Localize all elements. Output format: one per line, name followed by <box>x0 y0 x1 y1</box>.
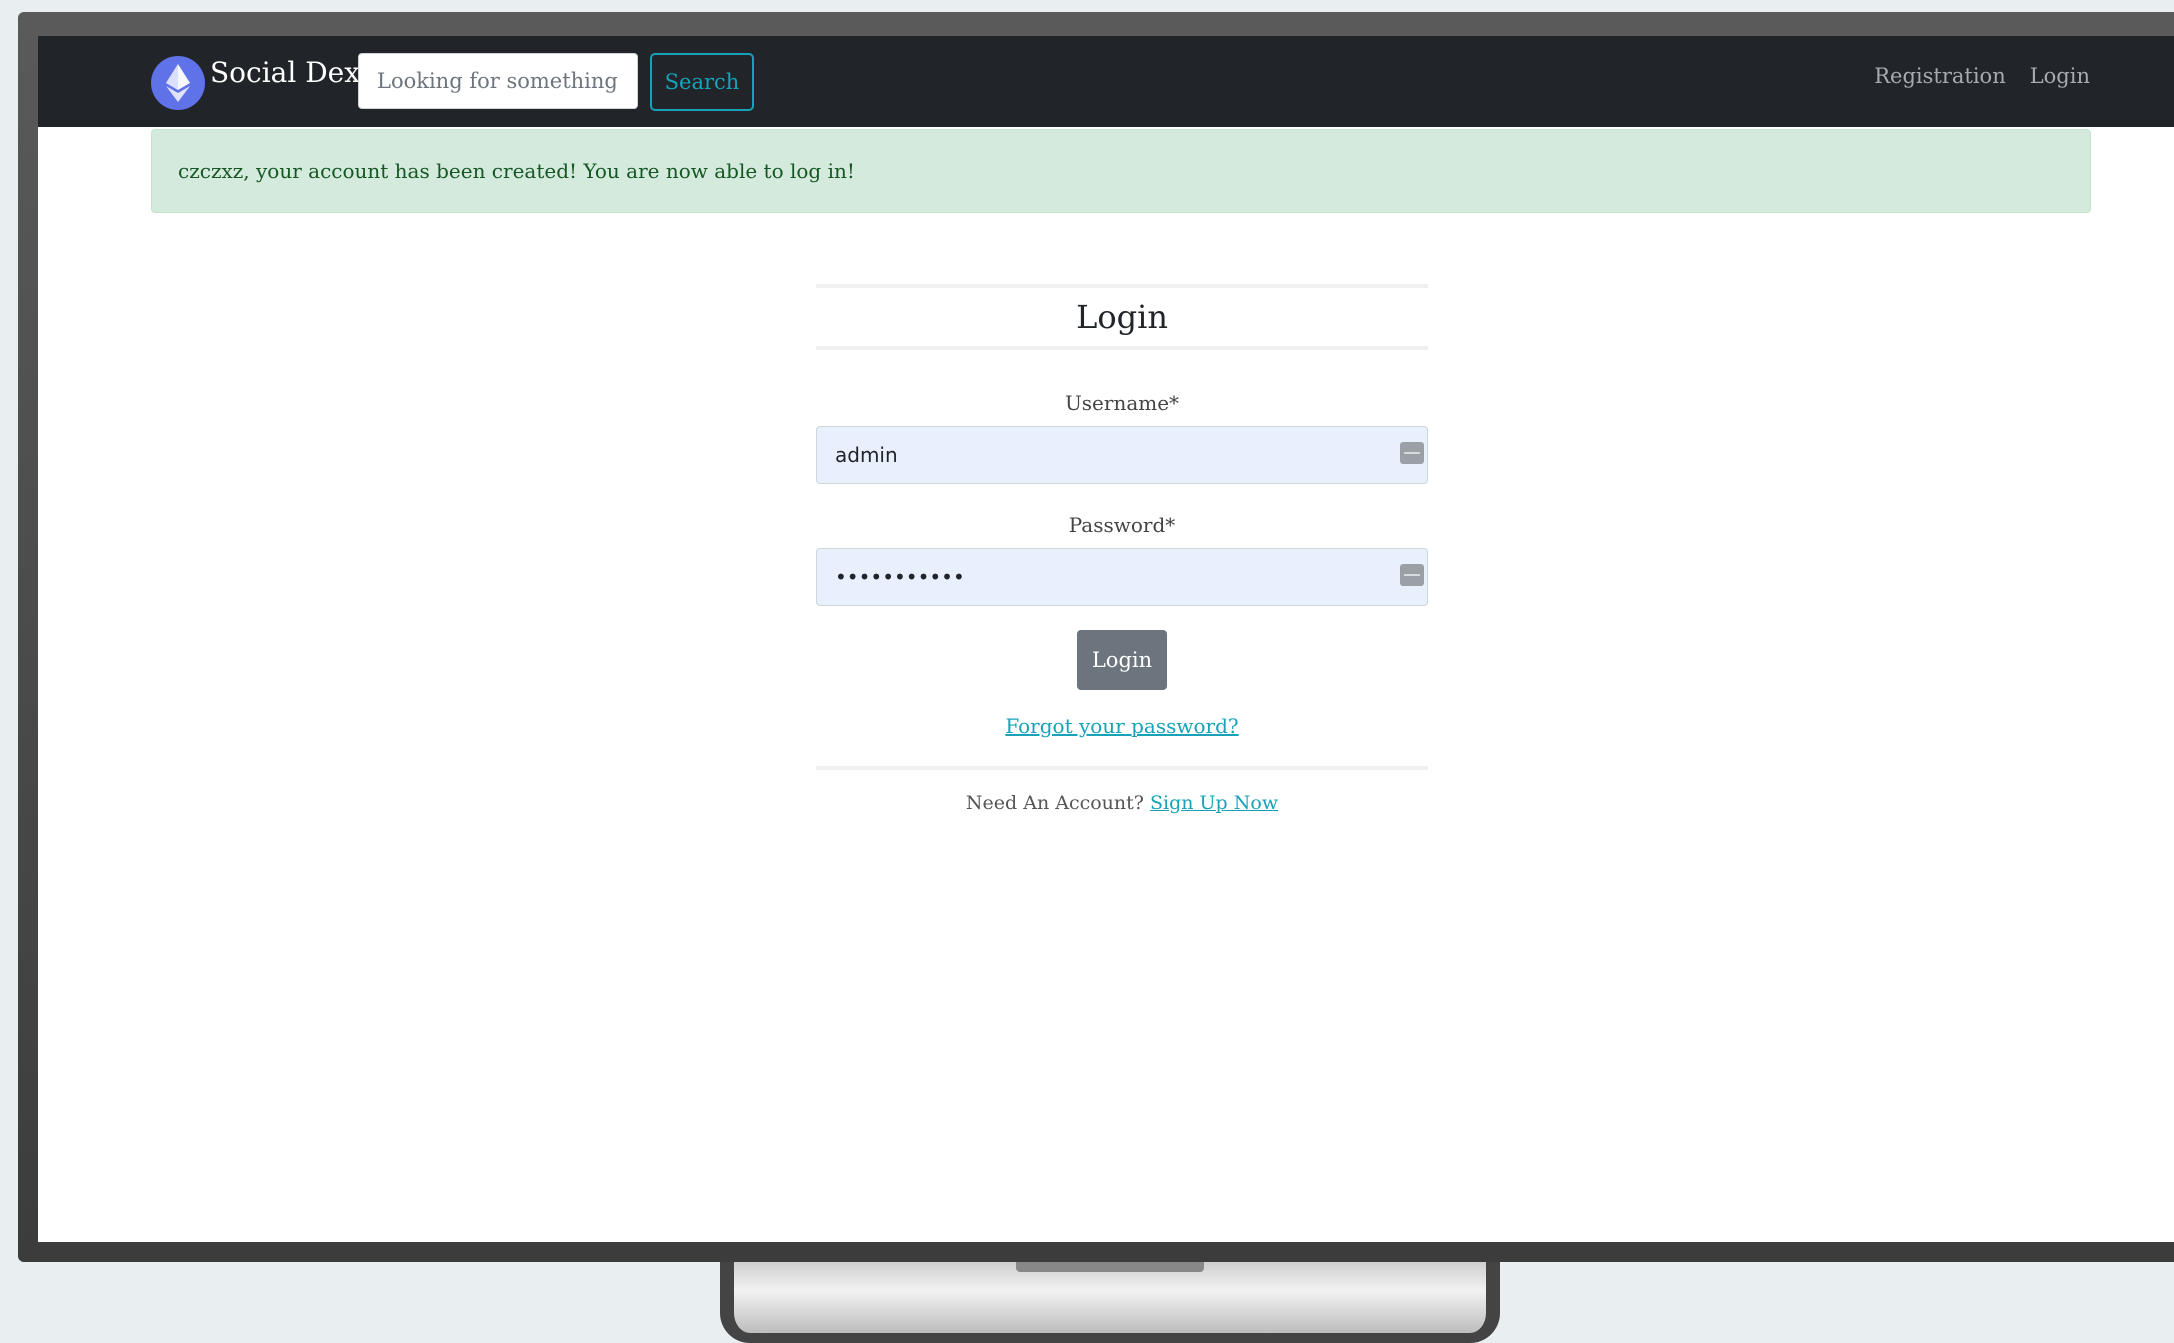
autofill-key-icon[interactable] <box>1400 442 1424 464</box>
nav-links: Registration Login <box>1874 64 2090 88</box>
nav-link-login[interactable]: Login <box>2030 64 2090 88</box>
divider <box>816 346 1428 350</box>
brand-name[interactable]: Social Dex <box>210 56 360 90</box>
forgot-password-link[interactable]: Forgot your password? <box>1005 714 1238 738</box>
login-form: Login Username* Password* Login Forgot y… <box>816 284 1428 818</box>
password-field-wrapper <box>816 548 1428 606</box>
success-alert: czczxz, your account has been created! Y… <box>151 129 2091 213</box>
username-label: Username* <box>1064 391 1180 415</box>
nav-link-registration[interactable]: Registration <box>1874 64 2006 88</box>
search-button[interactable]: Search <box>650 53 754 111</box>
divider <box>816 766 1428 770</box>
autofill-key-icon[interactable] <box>1400 564 1424 586</box>
divider <box>816 284 1428 288</box>
ethereum-logo-icon[interactable] <box>151 56 205 110</box>
monitor-stand <box>720 1262 1500 1343</box>
submit-row: Login <box>816 630 1428 692</box>
page-title: Login <box>1076 298 1168 336</box>
search-input[interactable] <box>358 53 638 109</box>
password-field[interactable] <box>816 548 1428 606</box>
top-navbar: Social Dex Search Registration Login <box>38 36 2174 127</box>
browser-viewport: Social Dex Search Registration Login czc… <box>38 36 2174 1242</box>
signup-prompt: Need An Account? <box>965 792 1144 814</box>
signup-link[interactable]: Sign Up Now <box>1150 792 1278 814</box>
login-button[interactable]: Login <box>1077 630 1167 690</box>
forgot-row: Forgot your password? <box>816 714 1428 744</box>
password-label: Password* <box>1068 513 1176 537</box>
username-field[interactable] <box>816 426 1428 484</box>
signup-row: Need An Account? Sign Up Now <box>816 788 1428 818</box>
username-field-wrapper <box>816 426 1428 484</box>
monitor-stand-notch <box>1016 1262 1204 1272</box>
